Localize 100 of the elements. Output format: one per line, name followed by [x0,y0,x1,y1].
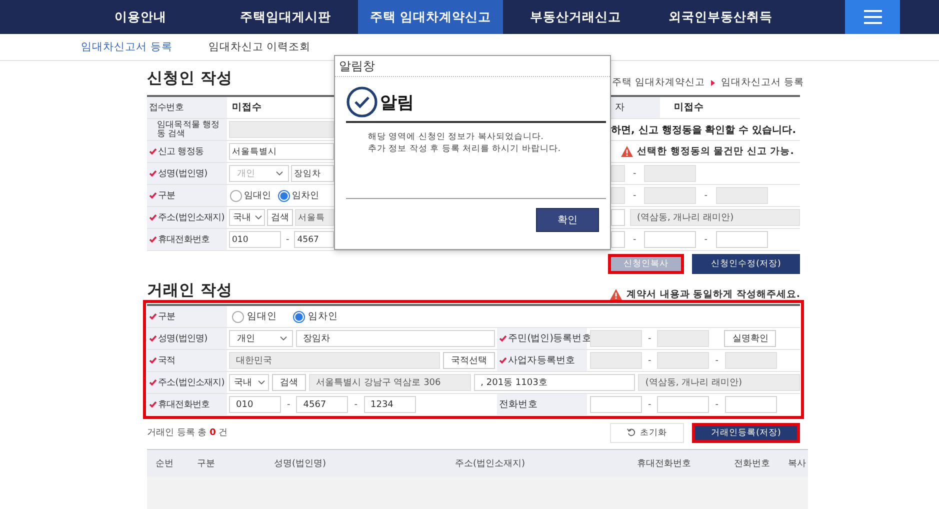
field-value: 미접수 [673,101,704,114]
dialog-message: 해당 영역에 신청인 정보가 복사되었습니다. [368,131,545,143]
column-header: 전화번호 [733,458,771,471]
dialog-title: 알림창 [339,58,375,74]
notice-text: 하면, 신고 행정동을 확인할 수 있습니다. [611,124,796,136]
field-button[interactable]: 검색 [272,374,306,391]
separator-text: - [285,234,290,244]
input-field[interactable] [716,231,768,248]
input-field[interactable]: 장임차 [296,330,495,347]
field-button[interactable]: 검색 [267,209,293,226]
column-header: 복사 [787,458,807,471]
radio-button[interactable] [293,310,305,322]
refresh-icon [627,428,636,437]
field-label: 자 [611,97,660,118]
menu-icon [864,10,882,24]
separator-text: - [703,234,708,244]
section-title: 신청인 작성 [147,68,232,89]
warning-text: 선택한 행정동의 물건만 신고 가능. [637,145,794,158]
nav-tab[interactable]: 주택 임대차계약신고 [358,0,503,34]
warning-icon [610,289,622,300]
radio-label: 임대인 [244,190,271,202]
dialog-message: 추가 정보 작성 후 등록 처리를 하시기 바랍니다. [368,143,562,155]
chevron-icon [276,171,283,176]
action-button[interactable]: 신청인수정(저장) [692,254,800,274]
breadcrumb-link[interactable]: 임대차신고서 등록 [720,76,804,89]
field-label: 성명(법인명) [158,333,208,345]
separator-text: - [286,400,292,410]
chevron-icon [280,336,287,341]
check-circle-icon [346,86,378,118]
field-value: 미접수 [231,101,262,114]
field-label: 임대목적물 행정동 검색 [157,120,221,138]
input-field[interactable] [644,231,696,248]
input-field[interactable] [724,396,776,413]
separator-text: - [632,168,638,178]
field-label: 구분 [158,190,176,202]
input-field[interactable]: 서울특별시 [229,143,334,160]
input-field[interactable]: 1234 [364,396,416,413]
field-label: 접수번호 [149,102,184,114]
field-button[interactable]: 실명확인 [724,330,776,347]
field-label: 구분 [158,311,176,323]
field-label: 주민(법인)등록번호 [508,332,592,345]
separator-text: - [353,400,358,410]
field-label: 사업자등록번호 [508,354,576,367]
registration-count: 거래인 등록 총 0 건 [147,427,228,439]
separator-text: - [647,400,652,410]
nav-tab[interactable]: 외국인부동산취득 [648,0,793,34]
input-field[interactable]: 010 [229,396,281,413]
nav-tab[interactable]: 이용안내 [68,0,213,34]
field-label: 주소(법인소재지) [158,377,224,389]
separator-text: - [703,190,708,200]
field-label: 신고 행정동 [158,146,204,158]
column-header: 휴대전화번호 [636,458,692,471]
column-header: 성명(법인명) [272,458,328,471]
separator-text: - [714,356,720,366]
radio-button[interactable] [232,310,244,322]
radio-button[interactable] [230,190,242,202]
input-field[interactable]: 010 [229,231,281,248]
input-field[interactable]: 4567 [296,396,348,413]
warning-text: 계약서 내용과 동일하게 작성해주세요. [626,288,800,301]
warning-icon [621,146,633,157]
dialog-heading: 알림 [380,92,414,114]
menu-button[interactable] [845,0,900,34]
input-field[interactable] [611,209,625,226]
breadcrumb-link[interactable]: 주택 임대차계약신고 [612,76,705,89]
field-label: 휴대전화번호 [158,399,210,411]
field-label: 전화번호 [499,398,538,411]
radio-button[interactable] [278,190,290,202]
chevron-icon [255,215,262,220]
input-field[interactable]: 4567 [294,231,334,248]
dropdown[interactable]: 개인 [229,330,293,347]
confirm-button[interactable]: 확인 [536,208,599,232]
separator-text: - [632,234,638,244]
chevron-icon [258,380,265,385]
action-button[interactable]: 초기화 [610,422,684,442]
dropdown[interactable]: 국내 [229,374,269,391]
input-field[interactable]: 장임차 [291,165,334,182]
radio-label: 임대인 [247,310,277,323]
nav-tab[interactable]: 부동산거래신고 [503,0,648,34]
separator-text: - [647,334,652,344]
nav-tab[interactable]: 주택임대게시판 [213,0,358,34]
input-field[interactable]: , 201동 1103호 [474,374,636,391]
column-header: 순번 [154,458,174,471]
radio-label: 임차인 [308,310,338,323]
sub-tab[interactable]: 임대차신고 이력조회 [208,40,311,54]
input-field[interactable] [590,396,642,413]
chevron-icon [710,80,715,86]
sub-tab[interactable]: 임대차신고서 등록 [81,40,172,54]
separator-text: - [632,190,638,200]
separator-text: - [647,356,652,366]
radio-label: 임차인 [292,190,319,202]
field-label: 주소(법인소재지) [158,212,224,224]
action-button[interactable]: 거래인등록(저장) [692,422,800,442]
input-field[interactable] [657,396,710,413]
section-title: 거래인 작성 [147,280,232,301]
column-header: 주소(법인소재지) [454,458,526,471]
field-label: 성명(법인명) [158,168,208,180]
field-label: 휴대전화번호 [158,234,210,246]
input-field[interactable] [611,231,625,248]
field-button[interactable]: 국적선택 [443,352,495,369]
dropdown[interactable]: 국내 [229,209,265,226]
